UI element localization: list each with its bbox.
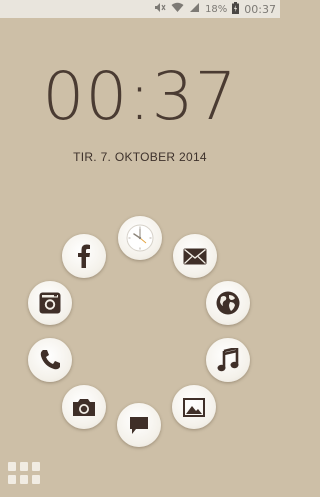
envelope-icon bbox=[183, 248, 207, 265]
lockscreen-clock: 00:37 bbox=[42, 58, 238, 135]
battery-charging-icon bbox=[232, 1, 240, 17]
gallery-app[interactable] bbox=[172, 385, 216, 429]
phone-app[interactable] bbox=[28, 338, 72, 382]
email-app[interactable] bbox=[173, 234, 217, 278]
status-icons: 18% 00:37 bbox=[154, 1, 276, 17]
instagram-app[interactable] bbox=[28, 281, 72, 325]
lockscreen-date: TIR. 7. OKTOBER 2014 bbox=[73, 150, 207, 164]
clock-app[interactable] bbox=[118, 216, 162, 260]
facebook-app[interactable] bbox=[62, 234, 106, 278]
grid-icon bbox=[8, 462, 40, 490]
status-bar: 18% 00:37 bbox=[0, 0, 280, 18]
mute-icon bbox=[154, 2, 166, 16]
music-app[interactable] bbox=[206, 338, 250, 382]
app-drawer-button[interactable] bbox=[8, 462, 40, 486]
instagram-icon bbox=[39, 292, 61, 314]
wifi-icon bbox=[171, 2, 184, 16]
facebook-icon bbox=[77, 244, 91, 268]
status-clock: 00:37 bbox=[244, 2, 276, 16]
camera-icon bbox=[72, 397, 96, 417]
battery-percent: 18% bbox=[205, 3, 228, 15]
camera-app[interactable] bbox=[62, 385, 106, 429]
phone-icon bbox=[39, 349, 61, 371]
clock-icon bbox=[125, 223, 155, 253]
browser-app[interactable] bbox=[206, 281, 250, 325]
messaging-app[interactable] bbox=[117, 403, 161, 447]
music-note-icon bbox=[217, 348, 239, 372]
signal-icon bbox=[189, 2, 200, 16]
image-icon bbox=[183, 397, 205, 417]
chat-bubble-icon bbox=[129, 416, 149, 435]
globe-icon bbox=[216, 291, 240, 315]
